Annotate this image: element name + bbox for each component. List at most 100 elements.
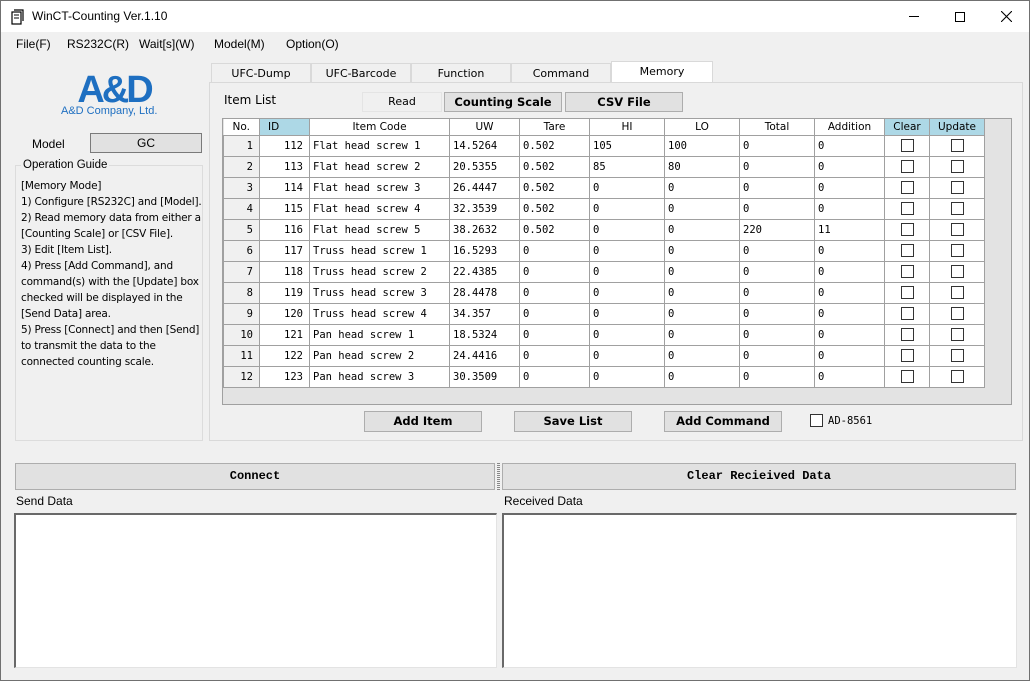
cell-uw[interactable]: 24.4416 [449, 344, 520, 367]
table-row[interactable]: 6 117 Truss head screw 1 16.5293 0 0 0 0 0 [223, 239, 985, 262]
cell-lo[interactable]: 80 [664, 155, 740, 178]
cell-clear[interactable] [884, 176, 930, 199]
cell-addition[interactable]: 0 [814, 323, 885, 346]
cell-clear[interactable] [884, 239, 930, 262]
cell-lo[interactable]: 0 [664, 218, 740, 241]
cell-item-code[interactable]: Flat head screw 1 [309, 134, 450, 157]
cell-hi[interactable]: 0 [589, 176, 665, 199]
col-update[interactable]: Update [929, 119, 985, 136]
cell-update[interactable] [929, 365, 985, 388]
tab-memory[interactable]: Memory [611, 61, 713, 84]
clear-checkbox[interactable] [900, 181, 914, 194]
cell-clear[interactable] [884, 218, 930, 241]
cell-addition[interactable]: 0 [814, 281, 885, 304]
csv-file-button[interactable]: CSV File [565, 92, 683, 112]
cell-clear[interactable] [884, 260, 930, 283]
cell-hi[interactable]: 0 [589, 344, 665, 367]
update-checkbox[interactable] [950, 223, 964, 236]
cell-hi[interactable]: 0 [589, 260, 665, 283]
tab-ufc-dump[interactable]: UFC-Dump [211, 63, 311, 83]
cell-lo[interactable]: 0 [664, 260, 740, 283]
cell-clear[interactable] [884, 281, 930, 304]
clear-checkbox[interactable] [900, 307, 914, 320]
ad8561-checkbox-box[interactable] [810, 414, 823, 427]
cell-tare[interactable]: 0.502 [519, 155, 590, 178]
cell-uw[interactable]: 26.4447 [449, 176, 520, 199]
cell-total[interactable]: 0 [739, 260, 815, 283]
cell-item-code[interactable]: Pan head screw 1 [309, 323, 450, 346]
cell-tare[interactable]: 0.502 [519, 176, 590, 199]
clear-checkbox[interactable] [900, 223, 914, 236]
col-total[interactable]: Total [739, 119, 815, 136]
clear-checkbox[interactable] [900, 349, 914, 362]
cell-item-code[interactable]: Flat head screw 4 [309, 197, 450, 220]
add-item-button[interactable]: Add Item [364, 411, 482, 432]
cell-total[interactable]: 0 [739, 134, 815, 157]
cell-total[interactable]: 0 [739, 344, 815, 367]
tab-function[interactable]: Function [411, 63, 511, 83]
clear-checkbox[interactable] [900, 328, 914, 341]
table-row[interactable]: 7 118 Truss head screw 2 22.4385 0 0 0 0 0 [223, 260, 985, 283]
cell-item-code[interactable]: Pan head screw 3 [309, 365, 450, 388]
menu-file[interactable]: File(F) [16, 37, 51, 51]
add-command-button[interactable]: Add Command [664, 411, 782, 432]
update-checkbox[interactable] [950, 244, 964, 257]
cell-addition[interactable]: 0 [814, 176, 885, 199]
update-checkbox[interactable] [950, 370, 964, 383]
cell-update[interactable] [929, 134, 985, 157]
cell-id[interactable]: 121 [259, 323, 310, 346]
tab-command[interactable]: Command [511, 63, 611, 83]
clear-checkbox[interactable] [900, 139, 914, 152]
cell-uw[interactable]: 30.3509 [449, 365, 520, 388]
cell-id[interactable]: 122 [259, 344, 310, 367]
table-row[interactable]: 1 112 Flat head screw 1 14.5264 0.502 105 100 0… [223, 134, 985, 157]
cell-clear[interactable] [884, 365, 930, 388]
cell-total[interactable]: 0 [739, 302, 815, 325]
cell-clear[interactable] [884, 302, 930, 325]
cell-id[interactable]: 123 [259, 365, 310, 388]
cell-clear[interactable] [884, 155, 930, 178]
cell-uw[interactable]: 34.357 [449, 302, 520, 325]
cell-tare[interactable]: 0 [519, 302, 590, 325]
table-row[interactable]: 2 113 Flat head screw 2 20.5355 0.502 85 80 0 0 [223, 155, 985, 178]
cell-uw[interactable]: 22.4385 [449, 260, 520, 283]
counting-scale-button[interactable]: Counting Scale [444, 92, 562, 112]
cell-id[interactable]: 112 [259, 134, 310, 157]
maximize-button[interactable] [937, 1, 983, 32]
cell-total[interactable]: 0 [739, 239, 815, 262]
cell-tare[interactable]: 0 [519, 281, 590, 304]
cell-id[interactable]: 113 [259, 155, 310, 178]
cell-clear[interactable] [884, 344, 930, 367]
clear-checkbox[interactable] [900, 370, 914, 383]
table-row[interactable]: 10 121 Pan head screw 1 18.5324 0 0 0 0 0 [223, 323, 985, 346]
col-addition[interactable]: Addition [814, 119, 885, 136]
table-row[interactable]: 5 116 Flat head screw 5 38.2632 0.502 0 0 220 11 [223, 218, 985, 241]
update-checkbox[interactable] [950, 349, 964, 362]
cell-item-code[interactable]: Truss head screw 1 [309, 239, 450, 262]
cell-addition[interactable]: 0 [814, 197, 885, 220]
cell-clear[interactable] [884, 197, 930, 220]
col-no[interactable]: No. [223, 119, 260, 136]
cell-update[interactable] [929, 218, 985, 241]
cell-update[interactable] [929, 176, 985, 199]
save-list-button[interactable]: Save List [514, 411, 632, 432]
cell-addition[interactable]: 0 [814, 302, 885, 325]
update-checkbox[interactable] [950, 286, 964, 299]
cell-lo[interactable]: 0 [664, 197, 740, 220]
cell-id[interactable]: 116 [259, 218, 310, 241]
cell-lo[interactable]: 0 [664, 176, 740, 199]
cell-addition[interactable]: 0 [814, 344, 885, 367]
cell-tare[interactable]: 0 [519, 260, 590, 283]
cell-item-code[interactable]: Flat head screw 3 [309, 176, 450, 199]
cell-addition[interactable]: 0 [814, 239, 885, 262]
cell-update[interactable] [929, 344, 985, 367]
cell-tare[interactable]: 0 [519, 323, 590, 346]
cell-uw[interactable]: 28.4478 [449, 281, 520, 304]
ad8561-checkbox[interactable]: AD-8561 [810, 414, 872, 427]
clear-checkbox[interactable] [900, 202, 914, 215]
col-clear[interactable]: Clear [884, 119, 930, 136]
tab-ufc-barcode[interactable]: UFC-Barcode [311, 63, 411, 83]
cell-hi[interactable]: 0 [589, 239, 665, 262]
received-data-textarea[interactable] [502, 513, 1017, 668]
cell-update[interactable] [929, 281, 985, 304]
